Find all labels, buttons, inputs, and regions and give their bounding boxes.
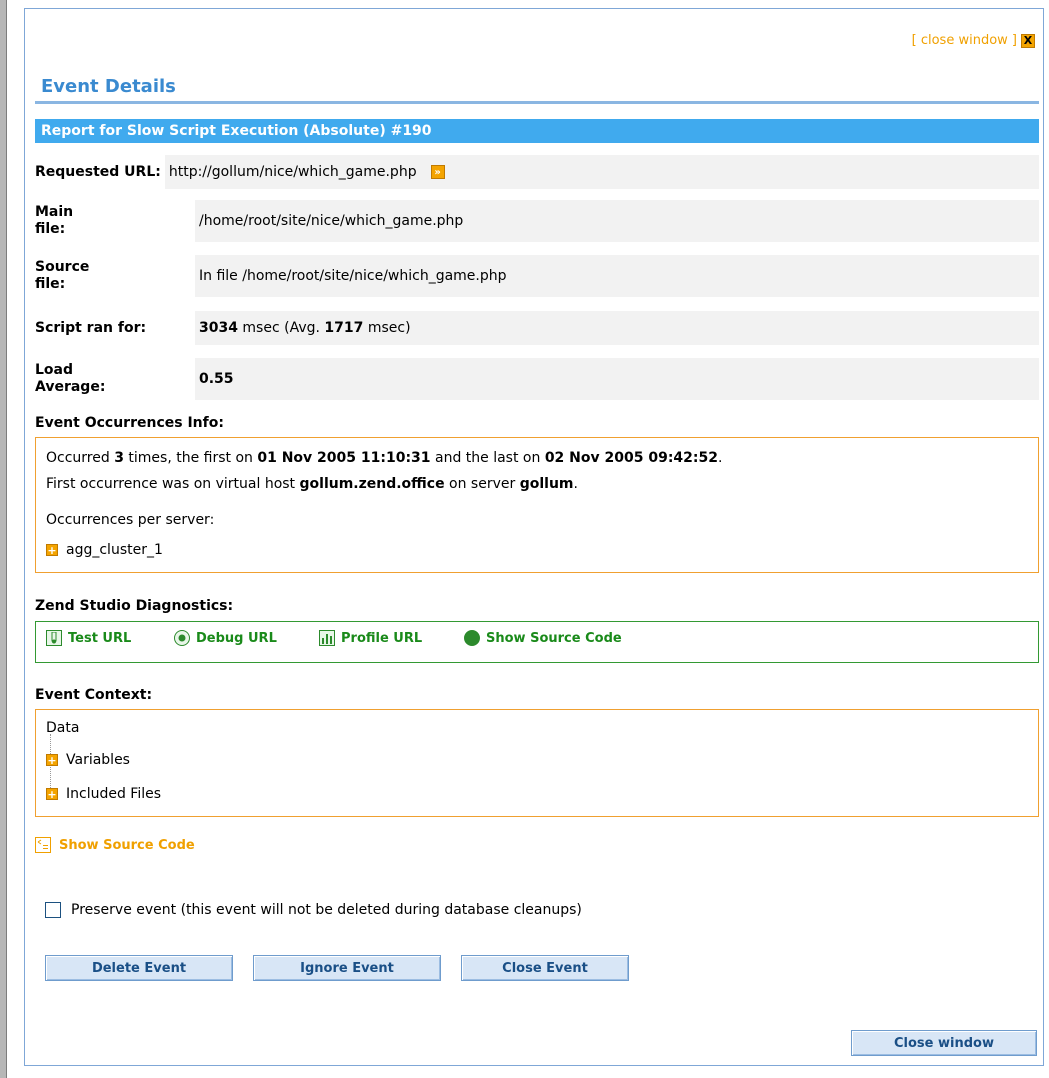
source-file-row: Source file: In file /home/root/site/nic… [35,255,1039,297]
show-source-code-link[interactable]: Show Source Code [35,837,195,853]
occurrences-per-server-label: Occurrences per server: [46,512,215,528]
debug-url-link[interactable]: Debug URL [174,630,277,646]
main-file-value: /home/root/site/nice/which_game.php [195,200,1039,242]
source-code-icon [35,837,51,853]
first-occurrence-line: First occurrence was on virtual host gol… [46,476,578,492]
event-context-box: Data + Variables + Included Files [35,709,1039,817]
window-left-edge [0,0,7,1078]
main-file-row: Main file: /home/root/site/nice/which_ga… [35,200,1039,242]
occurrences-summary-line: Occurred 3 times, the first on 01 Nov 20… [46,450,723,466]
occurrences-heading: Event Occurrences Info: [35,415,224,431]
diagnostics-box: Test URL Debug URL Profile URL Show Sour… [35,621,1039,663]
cluster-item[interactable]: + agg_cluster_1 [46,542,163,558]
expand-plus-icon[interactable]: + [46,788,58,800]
expand-plus-icon[interactable]: + [46,754,58,766]
show-source-code-diag-link[interactable]: Show Source Code [464,630,622,646]
bar-chart-icon [319,630,335,646]
globe-icon [464,630,480,646]
cluster-name: agg_cluster_1 [66,542,163,558]
main-file-label: Main file: [35,204,74,237]
debug-bug-icon [174,630,190,646]
title-divider [35,101,1039,104]
close-event-button[interactable]: Close Event [461,955,629,981]
load-average-row: Load Average: 0.55 [35,358,1039,400]
script-ran-label: Script ran for: [35,319,147,336]
open-url-icon[interactable]: » [430,165,445,179]
preserve-event-checkbox[interactable] [45,902,61,918]
preserve-event-row: Preserve event (this event will not be d… [45,902,582,918]
report-title-bar: Report for Slow Script Execution (Absolu… [35,119,1039,143]
script-ran-row: Script ran for: 3034 msec (Avg. 1717 mse… [35,311,1039,345]
requested-url-label: Requested URL: [35,163,161,180]
source-file-label: Source file: [35,259,90,292]
event-details-window: [ close window ] X Event Details Report … [24,8,1044,1066]
preserve-event-label: Preserve event (this event will not be d… [71,902,582,918]
occurrences-box: Occurred 3 times, the first on 01 Nov 20… [35,437,1039,573]
requested-url-value-cell: http://gollum/nice/which_game.php » [164,155,1039,189]
data-tree-root: Data [46,720,80,736]
variables-tree-item[interactable]: + Variables [46,752,130,768]
diagnostics-heading: Zend Studio Diagnostics: [35,598,234,614]
test-url-link[interactable]: Test URL [46,630,131,646]
requested-url-row: Requested URL: http://gollum/nice/which_… [35,155,1039,189]
script-ran-value: 3034 msec (Avg. 1717 msec) [195,311,1039,345]
ignore-event-button[interactable]: Ignore Event [253,955,441,981]
close-window-button[interactable]: Close window [851,1030,1037,1056]
thermometer-icon [46,630,62,646]
close-window-link-area: [ close window ] X [912,33,1035,48]
requested-url-value: http://gollum/nice/which_game.php [168,164,417,180]
close-icon[interactable]: X [1021,33,1035,48]
close-window-link[interactable]: [ close window ] [912,33,1017,48]
included-files-tree-item[interactable]: + Included Files [46,786,161,802]
source-file-value: In file /home/root/site/nice/which_game.… [195,255,1039,297]
delete-event-button[interactable]: Delete Event [45,955,233,981]
event-context-heading: Event Context: [35,687,153,703]
profile-url-link[interactable]: Profile URL [319,630,422,646]
page-title: Event Details [41,76,176,97]
expand-plus-icon[interactable]: + [46,544,58,556]
load-average-label: Load Average: [35,362,106,395]
load-average-value: 0.55 [195,358,1039,400]
